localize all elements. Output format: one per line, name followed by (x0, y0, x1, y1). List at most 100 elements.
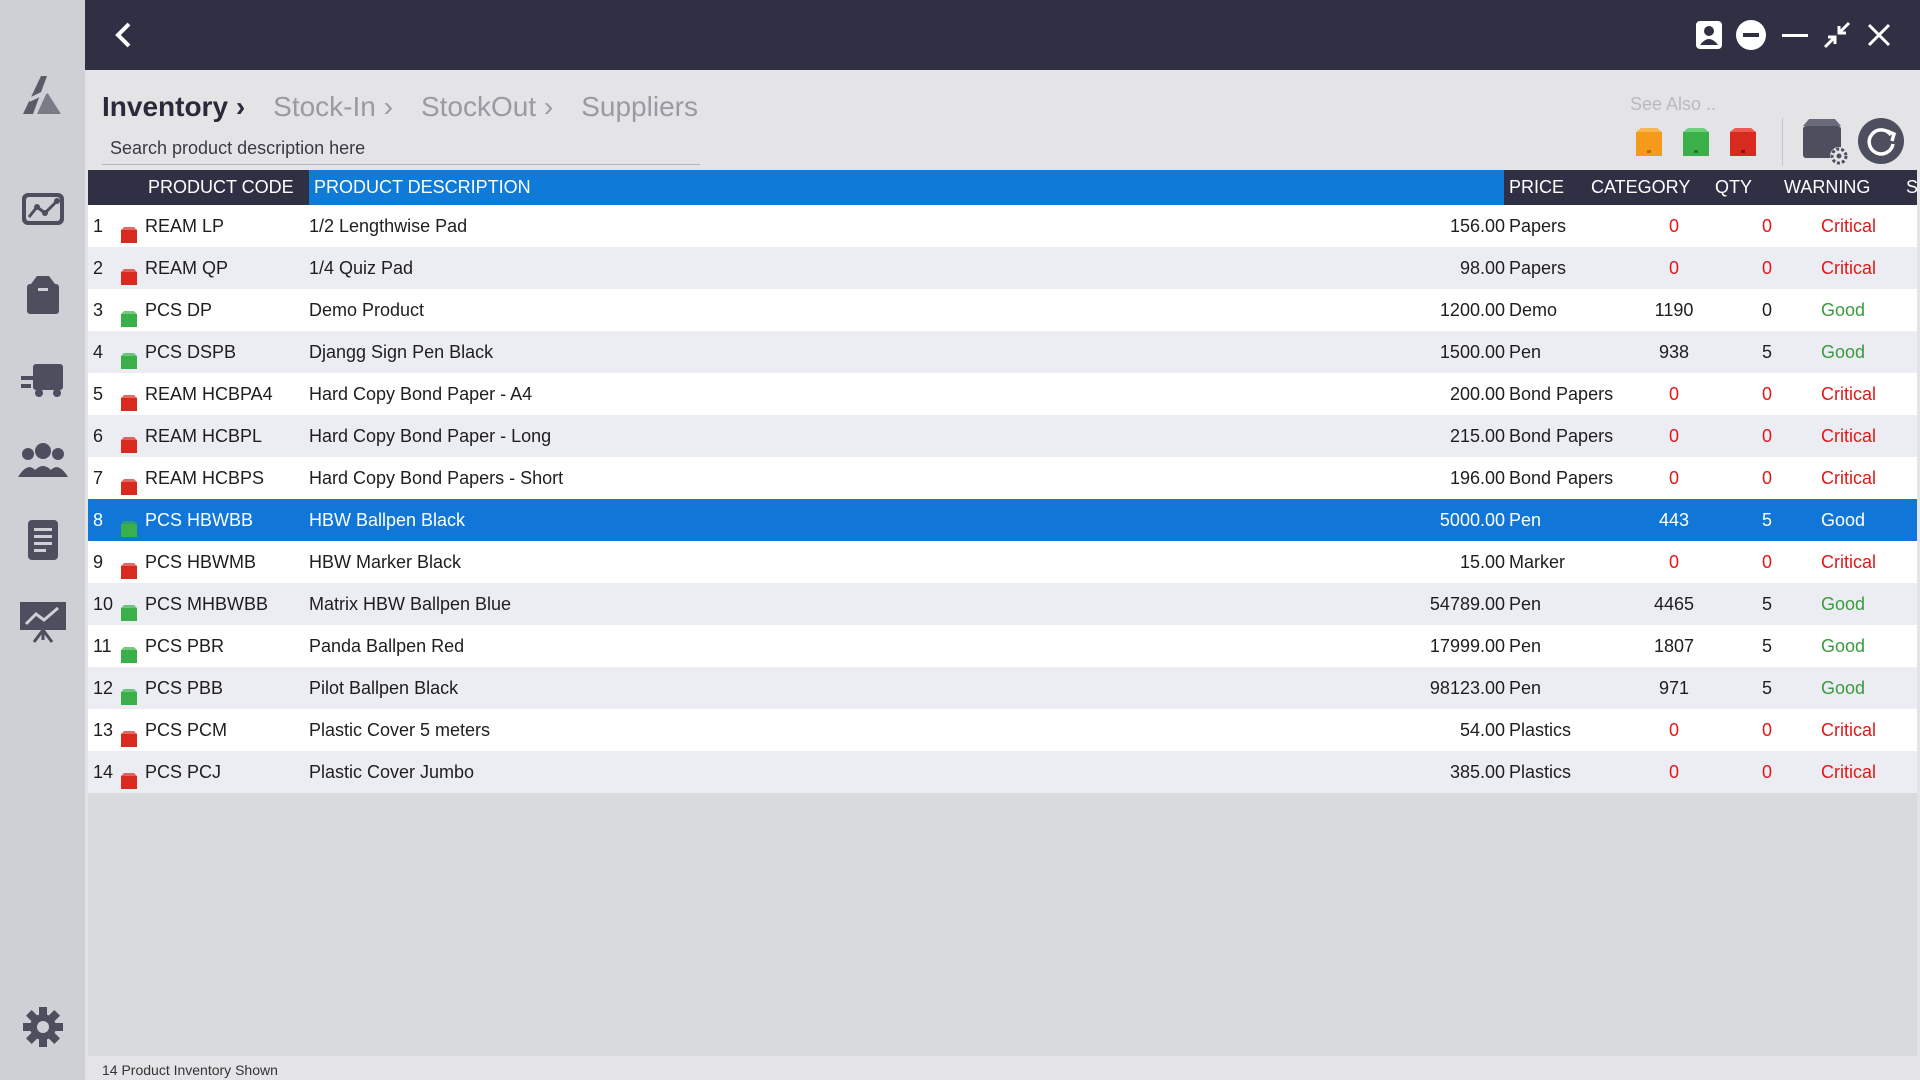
table-row[interactable]: 9 PCS HBWMB HBW Marker Black 15.00 Marker 0 0 C… (88, 541, 1917, 583)
product-description: Demo Product (309, 300, 425, 320)
table-row[interactable]: 12 PCS PBB Pilot Ballpen Black 98123.00 Pen 9… (88, 667, 1917, 709)
red-box-icon[interactable] (1727, 126, 1759, 158)
breadcrumb-suppliers[interactable]: Suppliers (581, 91, 698, 123)
qty: 971 (1658, 678, 1690, 698)
price: 17999.00 (1429, 636, 1505, 656)
col-warning[interactable]: WARNING (1784, 170, 1870, 205)
green-box-icon (120, 679, 138, 705)
status: Critical (1821, 384, 1877, 404)
status: Critical (1821, 468, 1877, 488)
table-row[interactable]: 7 REAM HCBPS Hard Copy Bond Papers - Short… (88, 457, 1917, 499)
status: Good (1821, 594, 1866, 614)
status: Critical (1821, 720, 1877, 740)
product-code: REAM LP (145, 216, 225, 236)
col-status[interactable]: STATUS (1906, 170, 1917, 205)
table-row[interactable]: 6 REAM HCBPL Hard Copy Bond Paper - Long 21… (88, 415, 1917, 457)
restore-icon[interactable] (1817, 15, 1857, 55)
warning: 0 (1761, 258, 1772, 278)
box-icon[interactable] (17, 272, 69, 318)
category: Pen (1509, 594, 1542, 614)
table-row[interactable]: 10 PCS MHBWBB Matrix HBW Ballpen Blue 54789… (88, 583, 1917, 625)
category: Pen (1509, 342, 1542, 362)
product-description: Pilot Ballpen Black (309, 678, 459, 698)
chevron-left-icon[interactable] (103, 15, 143, 55)
minus-circle-icon[interactable] (1731, 15, 1771, 55)
search-input[interactable] (102, 132, 700, 165)
category: Pen (1509, 636, 1542, 656)
table-row[interactable]: 8 PCS HBWBB HBW Ballpen Black 5000.00 Pen 443… (88, 499, 1917, 541)
category: Bond Papers (1509, 468, 1614, 488)
product-code: PCS HBWBB (145, 510, 254, 530)
col-product-description[interactable]: PRODUCT DESCRIPTION (309, 170, 1504, 205)
warning: 0 (1761, 300, 1772, 320)
breadcrumb-stock-in[interactable]: Stock-In › (273, 91, 393, 123)
category: Pen (1509, 510, 1542, 530)
row-number: 9 (93, 552, 104, 572)
category: Plastics (1509, 762, 1572, 782)
row-number: 13 (93, 720, 114, 740)
breadcrumb-inventory[interactable]: Inventory › (102, 91, 245, 123)
status: Critical (1821, 258, 1877, 278)
col-category[interactable]: CATEGORY (1591, 170, 1690, 205)
warning: 5 (1761, 510, 1772, 530)
minimize-icon[interactable] (1775, 15, 1815, 55)
product-code: REAM HCBPL (145, 426, 263, 446)
product-description: Hard Copy Bond Papers - Short (309, 468, 564, 488)
product-code: REAM QP (145, 258, 229, 278)
price: 1200.00 (1439, 300, 1505, 320)
table-row[interactable]: 11 PCS PBR Panda Ballpen Red 17999.00 Pen 180… (88, 625, 1917, 667)
warning: 5 (1761, 678, 1772, 698)
status: Good (1821, 510, 1866, 530)
row-number: 11 (93, 636, 112, 656)
row-number: 4 (93, 342, 104, 362)
row-number: 7 (93, 468, 104, 488)
table-row[interactable]: 13 PCS PCM Plastic Cover 5 meters 54.00 Plas… (88, 709, 1917, 751)
table-body: 1 REAM LP 1/2 Lengthwise Pad 156.00 Papers 0 0… (88, 205, 1917, 793)
qty: 1807 (1653, 636, 1695, 656)
product-code: PCS DSPB (145, 342, 237, 362)
box-settings-icon[interactable] (1799, 116, 1849, 166)
breadcrumb: Inventory › Stock-In › StockOut › Suppli… (102, 87, 726, 127)
warning: 5 (1761, 636, 1772, 656)
table-row[interactable]: 5 REAM HCBPA4 Hard Copy Bond Paper - A4 200… (88, 373, 1917, 415)
row-number: 5 (93, 384, 104, 404)
red-box-icon (120, 763, 138, 789)
account-icon[interactable] (1689, 15, 1729, 55)
status-bar-text: 14 Product Inventory Shown (102, 1062, 278, 1078)
table-row[interactable]: 4 PCS DSPB Djangg Sign Pen Black 1500.00 Pen… (88, 331, 1917, 373)
warning: 0 (1761, 468, 1772, 488)
chart-board-icon[interactable] (17, 598, 69, 644)
breadcrumb-stockout[interactable]: StockOut › (421, 91, 553, 123)
green-box-icon (120, 595, 138, 621)
col-price[interactable]: PRICE (1509, 170, 1564, 205)
stock-transfer-icon[interactable] (17, 355, 69, 401)
green-box-icon[interactable] (1680, 126, 1712, 158)
price: 98123.00 (1429, 678, 1505, 698)
price: 1500.00 (1439, 342, 1505, 362)
table-row[interactable]: 14 PCS PCJ Plastic Cover Jumbo 385.00 Plasti… (88, 751, 1917, 793)
table-row[interactable]: 2 REAM QP 1/4 Quiz Pad 98.00 Papers 0 0 Critica… (88, 247, 1917, 289)
report-icon[interactable] (17, 517, 69, 563)
row-number: 1 (93, 216, 104, 236)
qty: 1190 (1654, 300, 1694, 320)
product-description: Plastic Cover 5 meters (309, 720, 491, 740)
dashboard-icon[interactable] (17, 188, 69, 234)
orange-box-icon[interactable] (1633, 126, 1665, 158)
users-icon[interactable] (17, 436, 69, 482)
green-box-icon (120, 301, 138, 327)
gear-icon[interactable] (17, 1004, 69, 1050)
col-product-code[interactable]: PRODUCT CODE (148, 170, 294, 205)
close-icon[interactable] (1859, 15, 1899, 55)
category: Plastics (1509, 720, 1572, 740)
col-product-description-label: PRODUCT DESCRIPTION (314, 177, 531, 197)
product-code: PCS PBB (145, 678, 224, 698)
col-qty[interactable]: QTY (1715, 170, 1752, 205)
row-number: 14 (93, 762, 114, 782)
category: Papers (1509, 216, 1567, 236)
warning: 0 (1761, 384, 1772, 404)
refresh-icon[interactable] (1856, 116, 1906, 166)
table-row[interactable]: 3 PCS DP Demo Product 1200.00 Demo 1190 0 Good (88, 289, 1917, 331)
product-description: Matrix HBW Ballpen Blue (309, 594, 512, 614)
table-row[interactable]: 1 REAM LP 1/2 Lengthwise Pad 156.00 Papers 0 0… (88, 205, 1917, 247)
red-box-icon (120, 217, 138, 243)
